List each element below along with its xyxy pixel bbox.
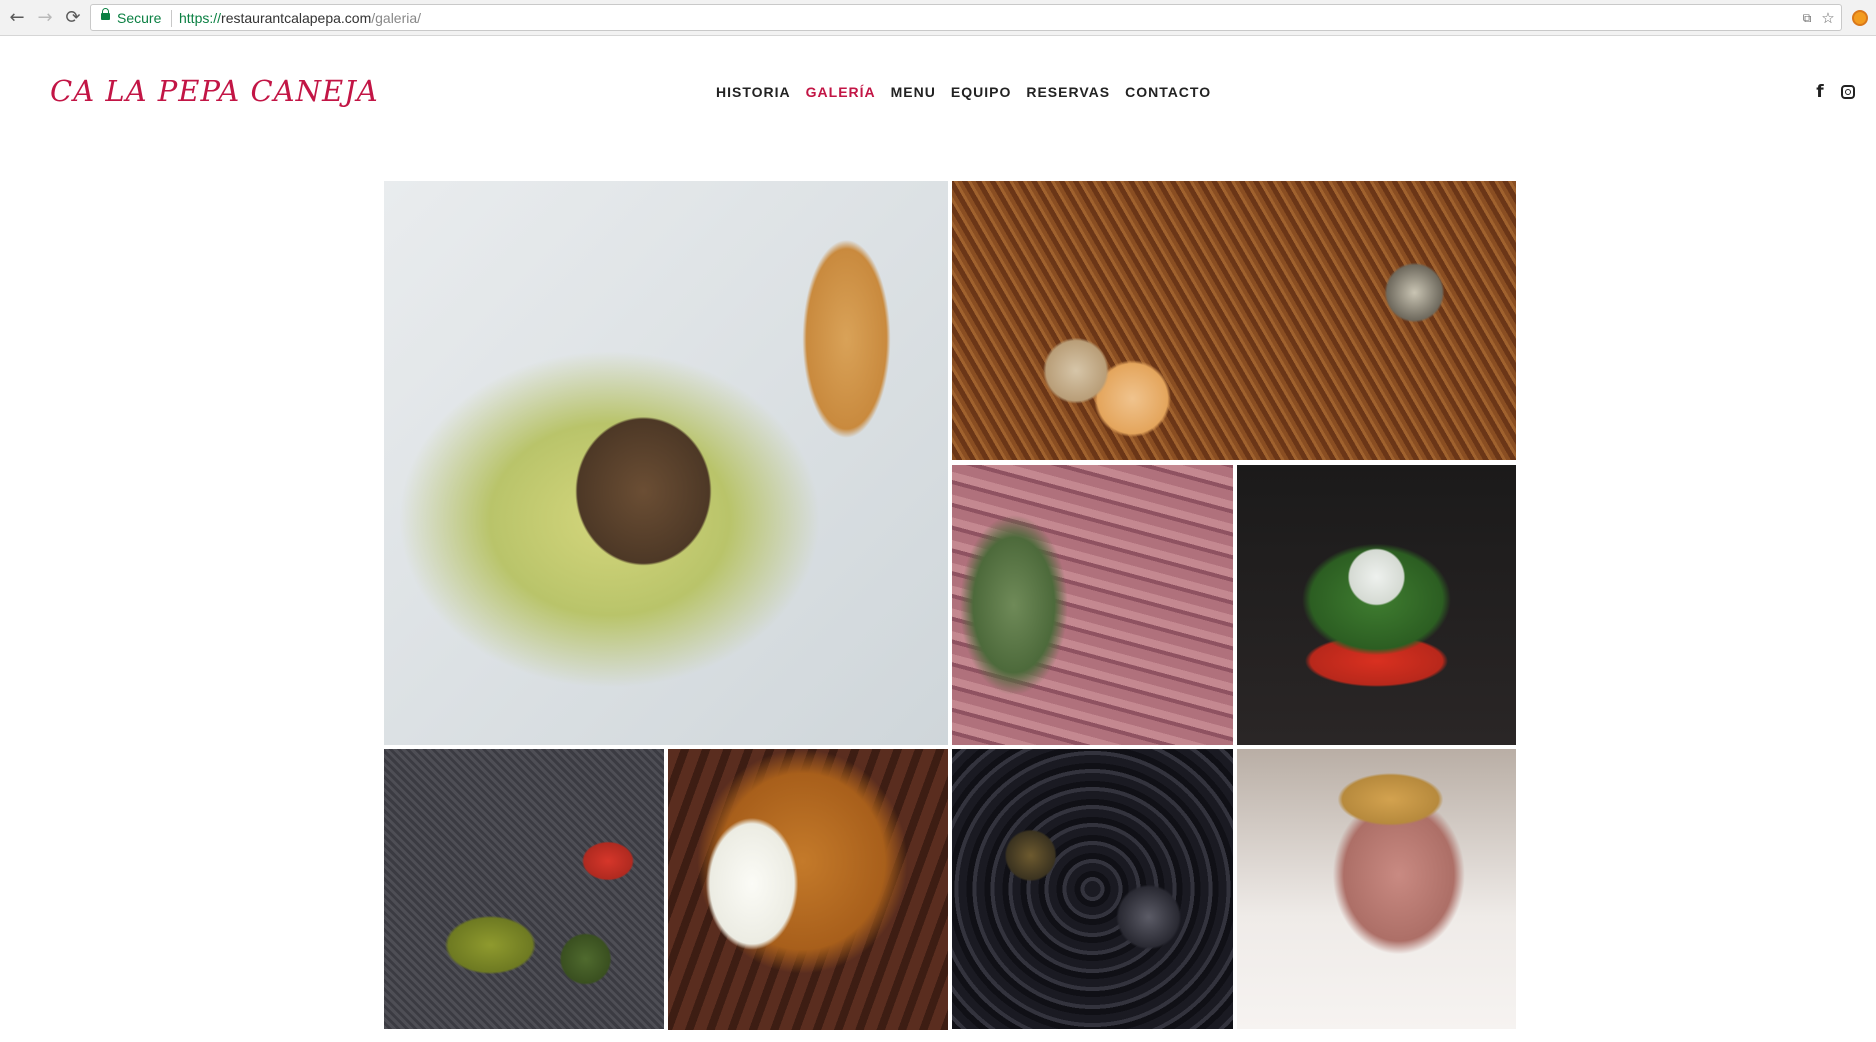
instagram-icon[interactable] [1840, 82, 1856, 102]
gallery-photo-mussels[interactable] [952, 749, 1233, 1029]
nav-item-equipo[interactable]: EQUIPO [951, 84, 1011, 100]
main-nav: HISTORIA GALERÍA MENU EQUIPO RESERVAS CO… [716, 84, 1211, 100]
translate-icon[interactable]: ⧉ [1798, 9, 1816, 27]
gallery-photo-steak-tartare[interactable] [384, 181, 948, 745]
nav-item-historia[interactable]: HISTORIA [716, 84, 791, 100]
gallery-photo-vegetables[interactable] [384, 749, 664, 1029]
facebook-icon[interactable]: f [1814, 82, 1826, 102]
nav-item-menu[interactable]: MENU [891, 84, 936, 100]
nav-item-galeria[interactable]: GALERÍA [806, 84, 876, 100]
url-text[interactable]: https://restaurantcalapepa.com/galeria/ [179, 10, 421, 26]
star-icon[interactable]: ☆ [1819, 9, 1837, 27]
extension-icon[interactable] [1852, 10, 1868, 26]
secure-label: Secure [117, 10, 162, 26]
nav-item-reservas[interactable]: RESERVAS [1026, 84, 1110, 100]
gallery-photo-tuna-tataki[interactable] [952, 465, 1233, 745]
address-separator [171, 10, 172, 27]
gallery-photo-fideua[interactable] [952, 181, 1516, 460]
reload-icon[interactable]: ⟳ [62, 6, 84, 28]
site-logo[interactable]: CA LA PEPA CANEJA [50, 74, 379, 108]
back-icon[interactable]: ← [6, 6, 28, 28]
address-bar[interactable]: Secure https://restaurantcalapepa.com/ga… [90, 4, 1842, 31]
gallery-photo-dessert[interactable] [668, 749, 948, 1030]
gallery-photo-burrata-salad[interactable] [1237, 465, 1516, 745]
nav-item-contacto[interactable]: CONTACTO [1125, 84, 1211, 100]
browser-toolbar: ← → ⟳ Secure https://restaurantcalapepa.… [0, 0, 1876, 36]
gallery-photo-crepe[interactable] [1237, 749, 1516, 1029]
forward-icon[interactable]: → [34, 6, 56, 28]
lock-icon [101, 8, 110, 20]
